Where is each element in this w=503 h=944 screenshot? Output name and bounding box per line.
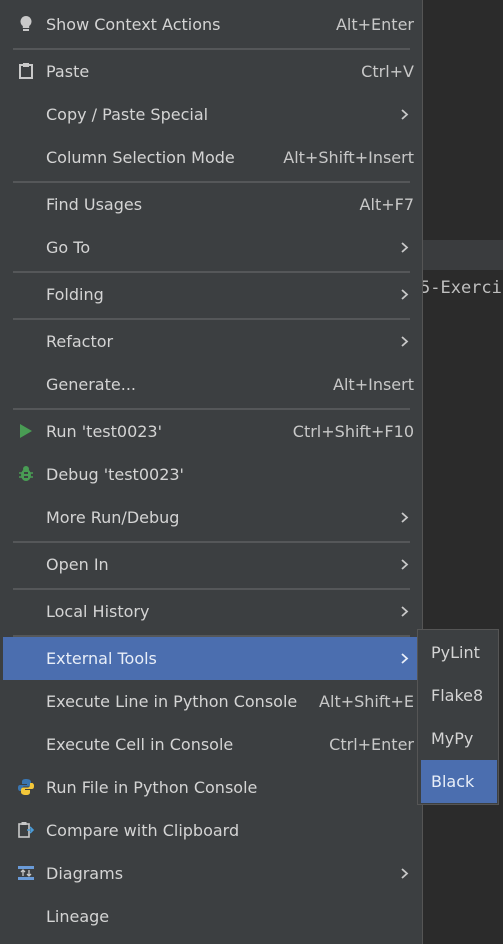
menu-item-label: Copy / Paste Special (46, 105, 209, 124)
submenu-item-label: Flake8 (431, 686, 484, 705)
menu-item-label: Compare with Clipboard (46, 821, 240, 840)
menu-item-shortcut: Alt+F7 (359, 195, 414, 214)
menu-item-label: Execute Cell in Console (46, 735, 234, 754)
menu-item-local-history[interactable]: Local History (3, 590, 421, 633)
chevron-right-icon (401, 109, 409, 120)
chevron-right-icon (401, 242, 409, 253)
menu-item-shortcut: Ctrl+Shift+F10 (292, 422, 414, 441)
menu-item-shortcut: Ctrl+V (361, 62, 414, 81)
menu-item-diagrams[interactable]: Diagrams (3, 852, 421, 895)
debug-icon (16, 464, 36, 484)
clipboard-icon (16, 61, 36, 81)
menu-item-find-usages[interactable]: Find Usages Alt+F7 (3, 183, 421, 226)
menu-item-generate[interactable]: Generate... Alt+Insert (3, 363, 421, 406)
chevron-right-icon (401, 653, 409, 664)
external-tools-submenu: PyLint Flake8 MyPy Black (417, 629, 499, 805)
menu-item-shortcut: Alt+Insert (333, 375, 414, 394)
menu-item-execute-cell-in-console[interactable]: Execute Cell in Console Ctrl+Enter (3, 723, 421, 766)
submenu-item-label: Black (431, 772, 475, 791)
menu-item-label: Debug 'test0023' (46, 465, 184, 484)
menu-item-shortcut: Alt+Shift+E (319, 692, 414, 711)
menu-item-label: Lineage (46, 907, 110, 926)
menu-item-column-selection-mode[interactable]: Column Selection Mode Alt+Shift+Insert (3, 136, 421, 179)
context-menu: Show Context Actions Alt+Enter Paste Ctr… (0, 0, 423, 944)
menu-item-show-context-actions[interactable]: Show Context Actions Alt+Enter (3, 3, 421, 46)
menu-item-compare-with-clipboard[interactable]: Compare with Clipboard (3, 809, 421, 852)
menu-item-execute-line-in-python-console[interactable]: Execute Line in Python Console Alt+Shift… (3, 680, 421, 723)
menu-item-label: Column Selection Mode (46, 148, 235, 167)
chevron-right-icon (401, 559, 409, 570)
submenu-item-flake8[interactable]: Flake8 (421, 674, 497, 717)
menu-item-label: Generate... (46, 375, 136, 394)
editor-code-text: 5-Exerci (420, 278, 502, 298)
menu-item-shortcut: Alt+Enter (335, 15, 414, 34)
menu-item-label: Refactor (46, 332, 114, 351)
menu-item-label: Run 'test0023' (46, 422, 163, 441)
submenu-item-mypy[interactable]: MyPy (421, 717, 497, 760)
chevron-right-icon (401, 289, 409, 300)
bulb-icon (16, 14, 36, 34)
submenu-item-label: MyPy (431, 729, 474, 748)
menu-item-lineage[interactable]: Lineage (3, 895, 421, 938)
menu-item-label: Local History (46, 602, 150, 621)
menu-item-label: Diagrams (46, 864, 124, 883)
menu-item-refactor[interactable]: Refactor (3, 320, 421, 363)
menu-item-run[interactable]: Run 'test0023' Ctrl+Shift+F10 (3, 410, 421, 453)
menu-item-shortcut: Alt+Shift+Insert (283, 148, 414, 167)
menu-item-label: Open In (46, 555, 109, 574)
python-icon (16, 777, 36, 797)
run-icon (16, 421, 36, 441)
menu-item-label: More Run/Debug (46, 508, 180, 527)
menu-item-label: Show Context Actions (46, 15, 221, 34)
menu-item-label: Paste (46, 62, 90, 81)
chevron-right-icon (401, 606, 409, 617)
menu-item-label: Execute Line in Python Console (46, 692, 298, 711)
menu-item-shortcut: Ctrl+Enter (329, 735, 414, 754)
menu-item-run-file-in-python-console[interactable]: Run File in Python Console (3, 766, 421, 809)
menu-item-label: Find Usages (46, 195, 143, 214)
menu-item-go-to[interactable]: Go To (3, 226, 421, 269)
menu-item-label: Run File in Python Console (46, 778, 258, 797)
chevron-right-icon (401, 336, 409, 347)
chevron-right-icon (401, 512, 409, 523)
submenu-item-label: PyLint (431, 643, 480, 662)
chevron-right-icon (401, 868, 409, 879)
menu-item-label: Folding (46, 285, 104, 304)
menu-item-label: Go To (46, 238, 91, 257)
submenu-item-pylint[interactable]: PyLint (421, 631, 497, 674)
menu-item-more-run-debug[interactable]: More Run/Debug (3, 496, 421, 539)
menu-item-open-in[interactable]: Open In (3, 543, 421, 586)
submenu-item-black[interactable]: Black (421, 760, 497, 803)
menu-item-copy-paste-special[interactable]: Copy / Paste Special (3, 93, 421, 136)
menu-item-folding[interactable]: Folding (3, 273, 421, 316)
compare-icon (16, 820, 36, 840)
menu-item-debug[interactable]: Debug 'test0023' (3, 453, 421, 496)
menu-item-label: External Tools (46, 649, 157, 668)
menu-item-external-tools[interactable]: External Tools (3, 637, 421, 680)
diagram-icon (16, 863, 36, 883)
menu-item-paste[interactable]: Paste Ctrl+V (3, 50, 421, 93)
